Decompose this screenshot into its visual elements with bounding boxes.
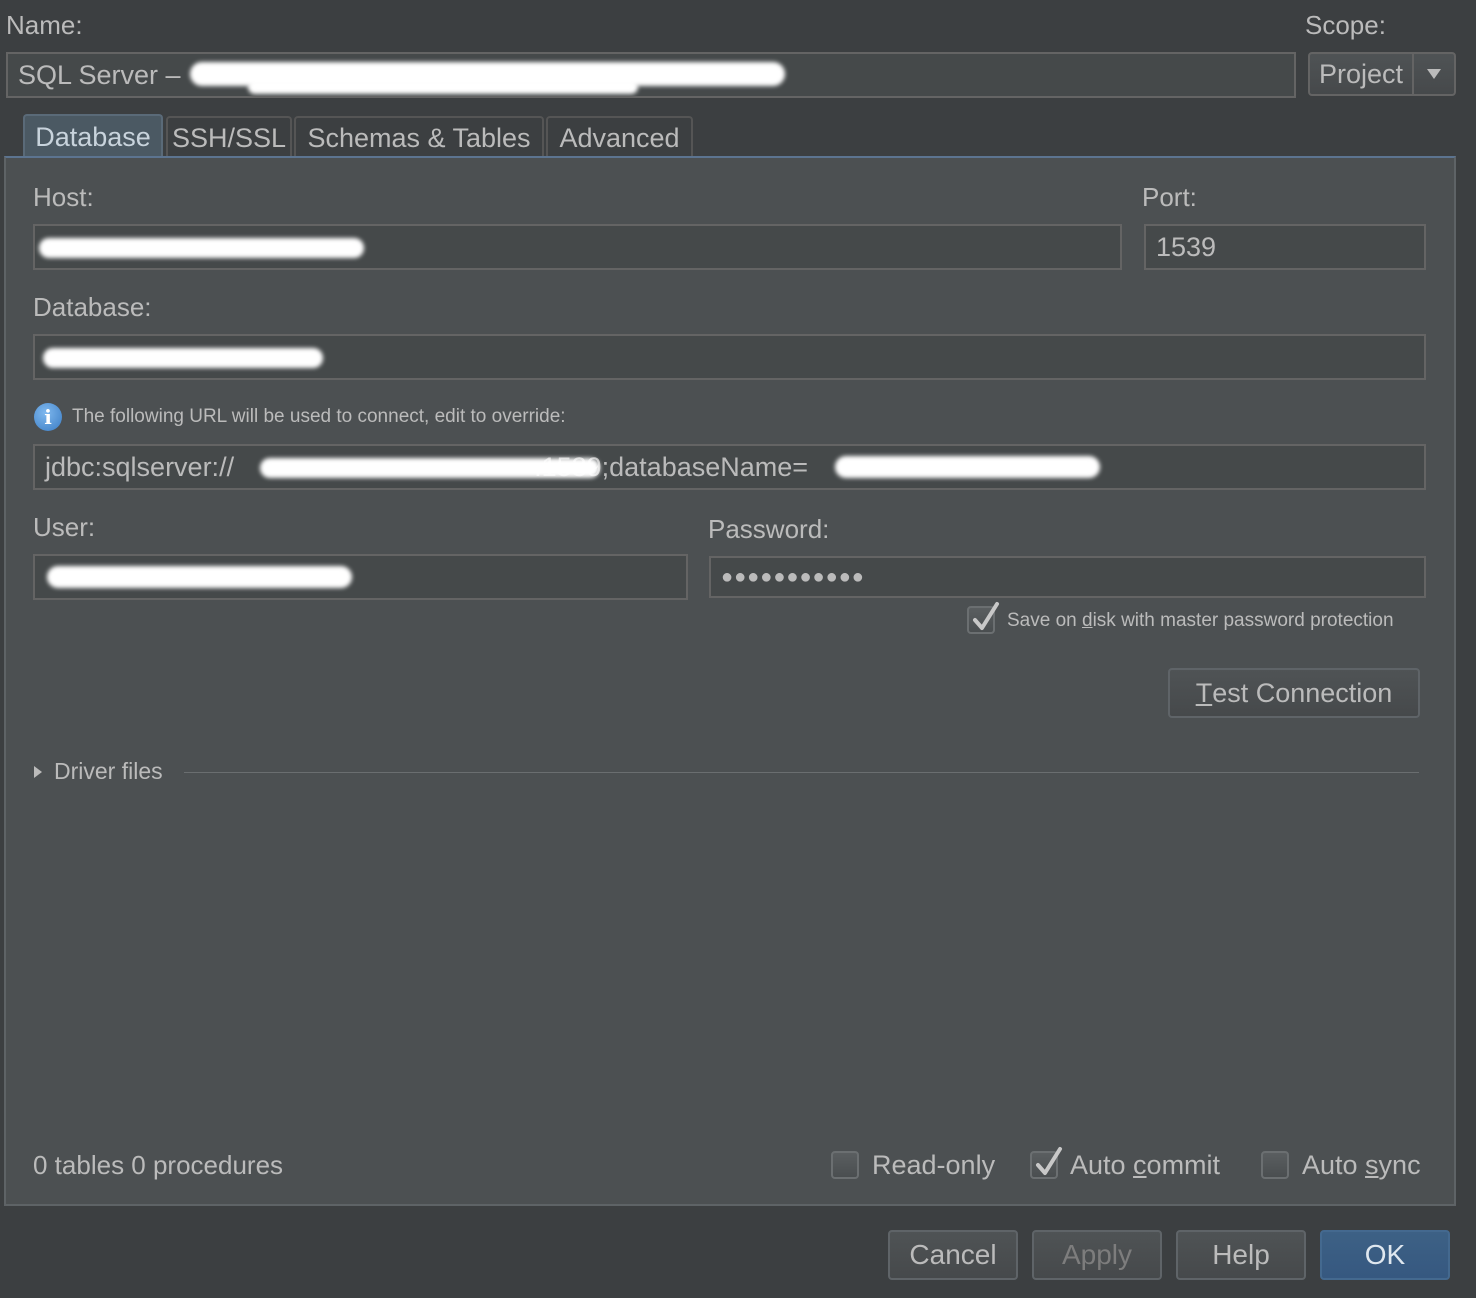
ok-button-label: OK: [1364, 1239, 1406, 1270]
checkmark-icon: [973, 602, 999, 630]
tab-schemas-tables-label: Schemas & Tables: [307, 122, 531, 153]
schema-summary: 0 tables 0 procedures: [33, 1150, 284, 1180]
port-input-value: 1539: [1156, 231, 1217, 262]
save-on-disk-label-pre: Save on: [1007, 610, 1082, 631]
tab-advanced[interactable]: Advanced: [546, 116, 693, 158]
password-input[interactable]: ●●●●●●●●●●●: [709, 556, 1426, 598]
auto-commit-label-post: ommit: [1146, 1150, 1221, 1180]
apply-button[interactable]: Apply: [1032, 1230, 1162, 1280]
auto-sync-checkbox[interactable]: [1261, 1151, 1289, 1179]
scope-select-value: Project: [1319, 58, 1404, 89]
cancel-button[interactable]: Cancel: [888, 1230, 1018, 1280]
test-connection-label: est Connection: [1212, 677, 1393, 708]
name-input-value: SQL Server –: [18, 59, 181, 90]
save-on-disk-label-mnemonic: d: [1082, 610, 1093, 631]
port-input[interactable]: 1539: [1144, 224, 1426, 270]
chevron-down-icon: [1414, 68, 1454, 80]
password-input-value: ●●●●●●●●●●●: [721, 565, 865, 588]
tab-advanced-label: Advanced: [559, 122, 680, 153]
save-on-disk-label-post: isk with master password protection: [1092, 610, 1394, 631]
name-input[interactable]: SQL Server –: [6, 52, 1296, 98]
database-label: Database:: [33, 292, 152, 322]
url-prefix: jdbc:sqlserver://: [45, 451, 235, 482]
tab-database[interactable]: Database: [23, 114, 163, 158]
expand-triangle-icon[interactable]: [33, 765, 43, 784]
save-on-disk-label: Save on disk with master password protec…: [1007, 610, 1394, 632]
auto-sync-label-pre: Auto: [1302, 1150, 1366, 1180]
auto-sync-label-post: ync: [1378, 1150, 1421, 1180]
auto-sync-label: Auto sync: [1302, 1150, 1421, 1181]
redacted-region: [835, 456, 1100, 478]
read-only-label: Read-only: [872, 1150, 996, 1180]
host-input[interactable]: [33, 224, 1122, 270]
read-only-checkbox[interactable]: [831, 1151, 859, 1179]
auto-commit-label-pre: Auto: [1070, 1150, 1134, 1180]
driver-files-divider: [184, 772, 1419, 773]
url-input[interactable]: jdbc:sqlserver:// .1539;databaseName=: [33, 444, 1426, 490]
tab-ssh-ssl[interactable]: SSH/SSL: [166, 116, 292, 158]
auto-commit-label: Auto commit: [1070, 1150, 1220, 1181]
save-on-disk-checkbox[interactable]: [967, 602, 999, 634]
test-connection-mnemonic: T: [1195, 677, 1213, 708]
auto-commit-label-mnemonic: c: [1133, 1150, 1147, 1180]
scope-label: Scope:: [1305, 10, 1386, 40]
apply-button-label: Apply: [1061, 1239, 1133, 1270]
redacted-region: [39, 238, 364, 258]
tab-database-label: Database: [35, 121, 151, 152]
cancel-button-label: Cancel: [909, 1239, 997, 1270]
port-label: Port:: [1142, 182, 1197, 212]
redacted-region: [260, 458, 600, 478]
redacted-region: [43, 348, 323, 368]
tab-schemas-tables[interactable]: Schemas & Tables: [294, 116, 544, 158]
host-label: Host:: [33, 182, 94, 212]
url-info-text: The following URL will be used to connec…: [72, 406, 566, 427]
ok-button[interactable]: OK: [1320, 1230, 1450, 1280]
redacted-region: [47, 566, 352, 588]
database-input[interactable]: [33, 334, 1426, 380]
user-input[interactable]: [33, 554, 688, 600]
info-icon: i: [34, 403, 62, 431]
auto-commit-checkbox[interactable]: [1030, 1147, 1062, 1179]
scope-select[interactable]: Project: [1308, 52, 1456, 96]
password-label: Password:: [708, 514, 830, 544]
name-label: Name:: [6, 10, 83, 40]
help-button[interactable]: Help: [1176, 1230, 1306, 1280]
test-connection-button[interactable]: Test Connection: [1168, 668, 1420, 718]
help-button-label: Help: [1212, 1239, 1270, 1270]
user-label: User:: [33, 512, 96, 542]
redacted-region: [248, 80, 638, 94]
checkmark-icon: [1036, 1147, 1062, 1175]
driver-files-label[interactable]: Driver files: [54, 758, 163, 785]
tab-ssh-ssl-label: SSH/SSL: [171, 122, 287, 153]
auto-sync-label-mnemonic: s: [1365, 1150, 1379, 1180]
